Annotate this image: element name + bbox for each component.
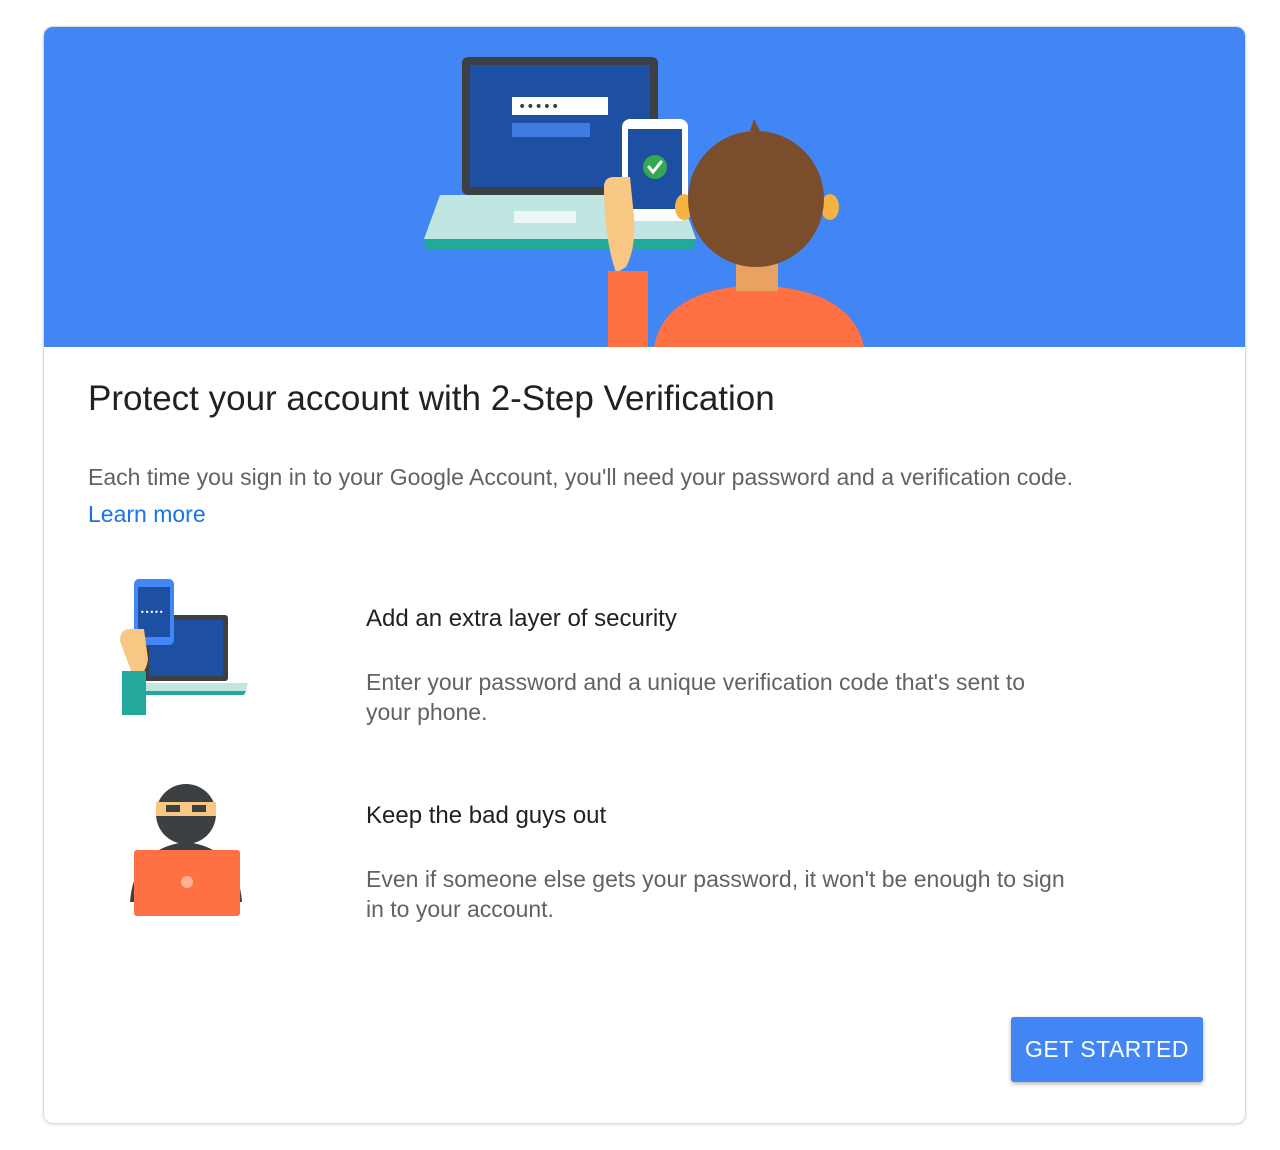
hacker-icon	[104, 772, 254, 927]
phone-laptop-icon: •••••	[104, 575, 254, 725]
svg-text:•••••: •••••	[140, 608, 164, 617]
feature-title-bad-guys: Keep the bad guys out	[366, 802, 607, 829]
feature-text-bad-guys: Even if someone else gets your password,…	[366, 866, 1065, 922]
feature-title-security: Add an extra layer of security	[366, 605, 677, 632]
feature-text-security: Enter your password and a unique verific…	[366, 669, 1026, 725]
hero-banner: •••••	[44, 27, 1245, 347]
setup-card: ••••• Protect your account with 2-Step V…	[43, 26, 1246, 1124]
password-mask: •••••	[518, 99, 559, 115]
description-text: Each time you sign in to your Google Acc…	[88, 464, 1074, 490]
description: Each time you sign in to your Google Acc…	[88, 459, 1208, 533]
learn-more-link[interactable]: Learn more	[88, 501, 206, 527]
hero-illustration: •••••	[44, 27, 1245, 347]
page-title: Protect your account with 2-Step Verific…	[88, 379, 775, 418]
get-started-button[interactable]: GET STARTED	[1011, 1017, 1203, 1082]
